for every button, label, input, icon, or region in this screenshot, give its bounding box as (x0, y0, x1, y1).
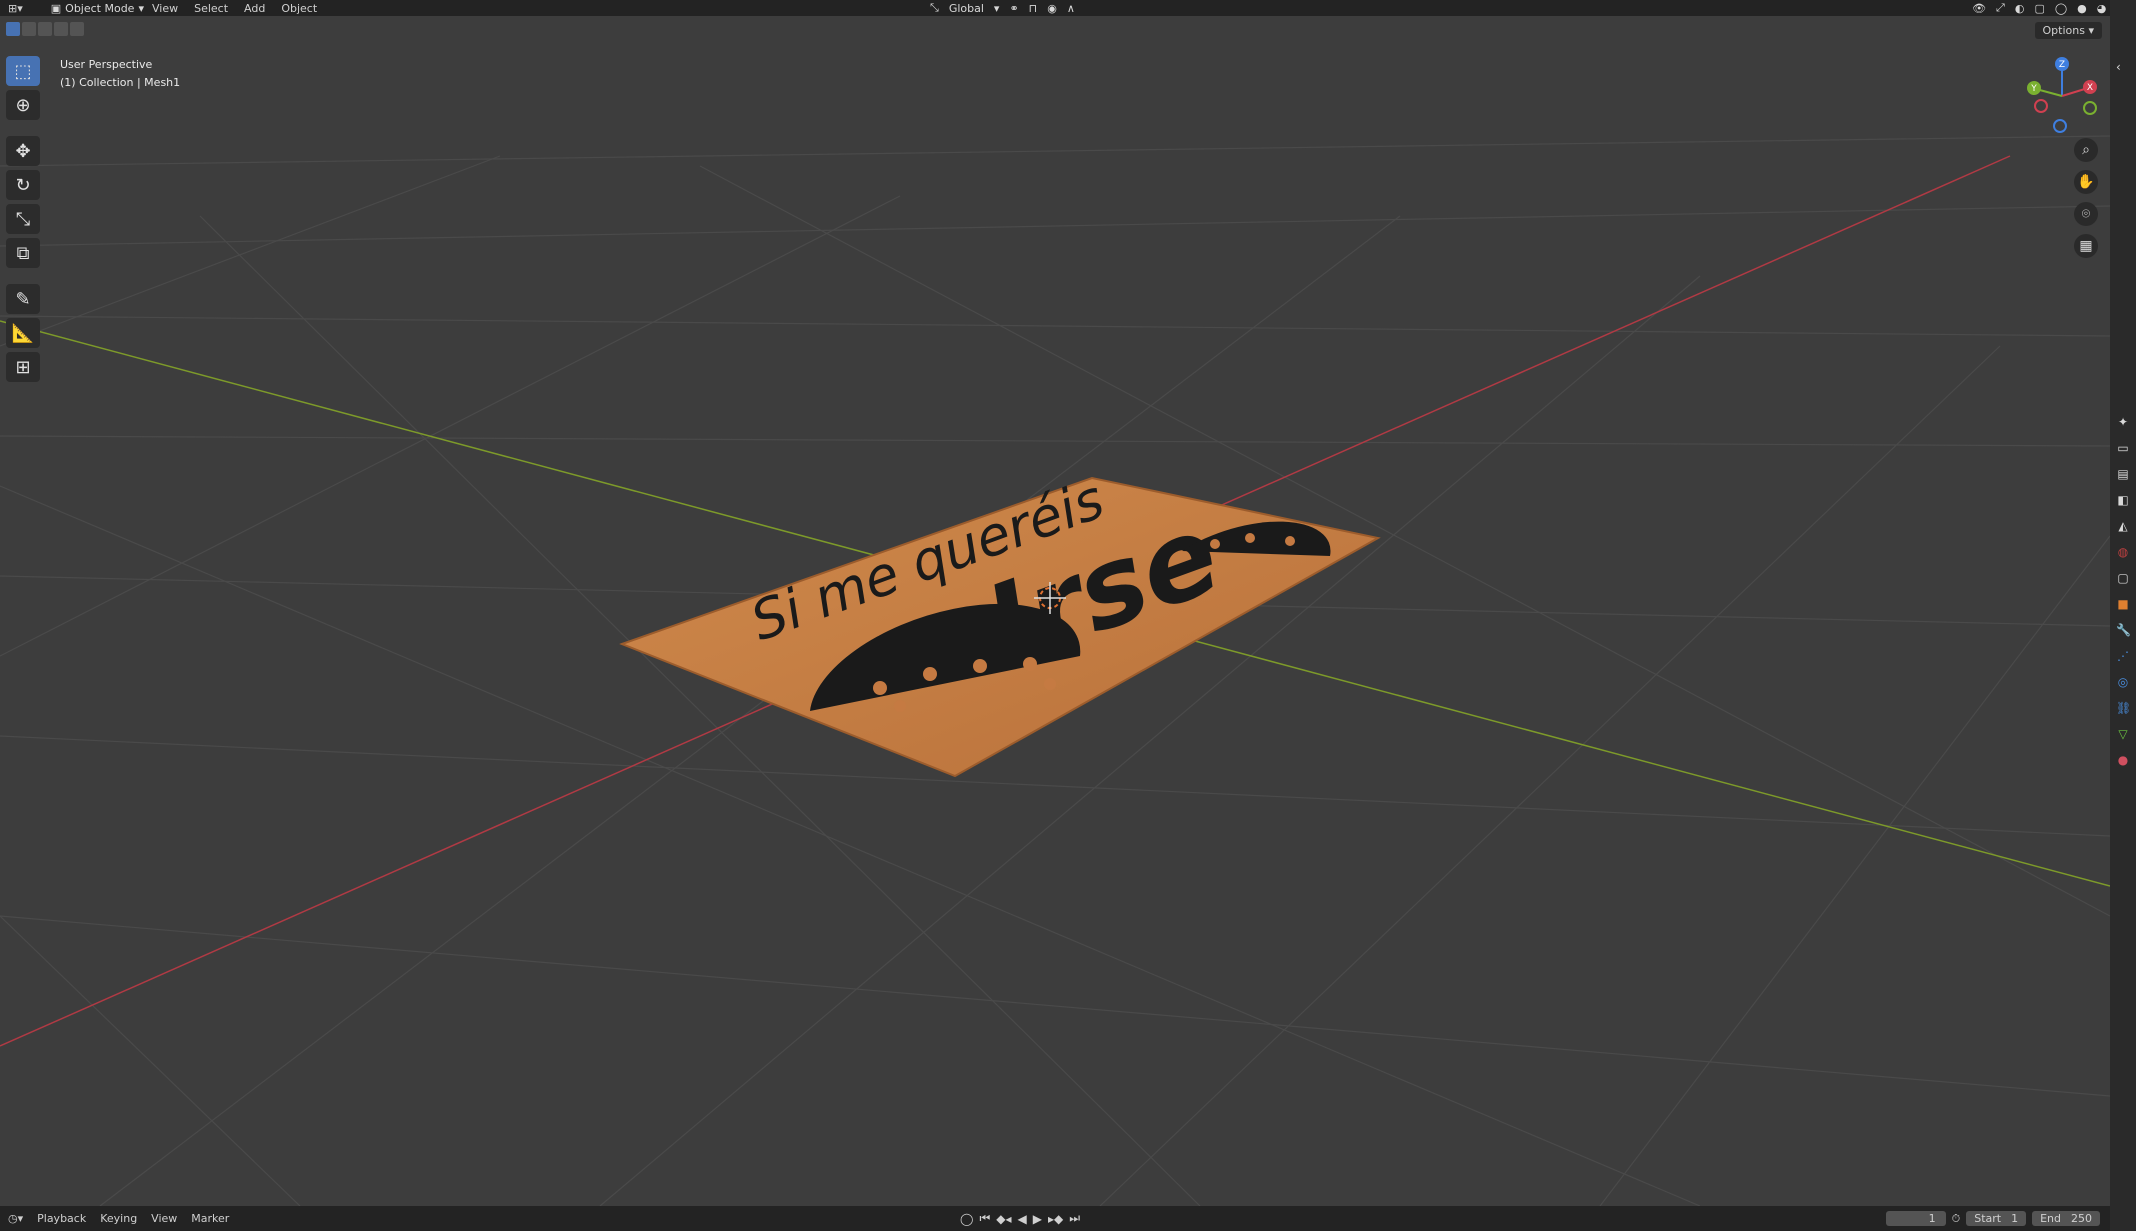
view-layer-icon[interactable]: ◧ (2116, 493, 2130, 507)
transform-icon[interactable]: ⧉ (6, 238, 40, 268)
perspective-label: User Perspective (60, 58, 153, 71)
playback-controls: ◯ ⏮ ◆◂ ◀ ▶ ▸◆ ⏭ (960, 1211, 1080, 1226)
end-label: End (2040, 1212, 2061, 1225)
annotate-icon[interactable]: ✎ (6, 284, 40, 314)
add-cube-icon[interactable]: ⊞ (6, 352, 40, 382)
material-shading-icon[interactable]: ◕ (2097, 2, 2107, 15)
rotate-icon[interactable]: ↻ (6, 170, 40, 200)
mesh-doormat[interactable]: Si me queréis Irse (619, 468, 1381, 778)
prev-keyframe-icon[interactable]: ◆◂ (996, 1212, 1011, 1226)
properties-tabs: ✦ ▭ ▤ ◧ ◭ ◍ ▢ ■ 🔧 ⋰ ◎ ⛓ ▽ ● (2110, 415, 2136, 767)
pivot-icon[interactable]: ⚭ (1009, 2, 1018, 15)
cube-icon: ▣ (50, 1, 62, 15)
transform-controls: ⤡ Global ▾ ⚭ ⊓ ◉ ∧ (930, 0, 1075, 16)
select-box-icon[interactable]: ⬚ (6, 56, 40, 86)
start-label: Start (1974, 1212, 2002, 1225)
zoom-icon[interactable]: ⌕ (2074, 138, 2098, 162)
start-frame-field[interactable]: Start 1 (1966, 1211, 2027, 1226)
constraints-properties-icon[interactable]: ⛓ (2116, 701, 2131, 715)
menu-view[interactable]: View (144, 2, 186, 15)
pan-hand-icon[interactable]: ✋ (2074, 170, 2098, 194)
record-icon[interactable]: ◯ (960, 1212, 973, 1226)
mode-label: Object Mode (65, 1, 135, 15)
mode-selector[interactable]: ▣ Object Mode ▾ (51, 2, 144, 15)
measure-icon[interactable]: 📐 (6, 318, 40, 348)
viewport-shading-controls: 👁 ⤢ ◐ ▢ ◯ ● ◕ ◔ (1972, 0, 2126, 16)
particles-properties-icon[interactable]: ⋰ (2116, 649, 2130, 663)
orientation-dropdown[interactable]: Global (949, 2, 984, 15)
end-frame-field[interactable]: End 250 (2032, 1211, 2100, 1226)
data-properties-icon[interactable]: ▽ (2116, 727, 2130, 741)
menu-object[interactable]: Object (273, 2, 325, 15)
camera-view-icon[interactable]: ⌾ (2074, 202, 2098, 226)
marker-menu[interactable]: Marker (191, 1212, 229, 1225)
stopwatch-icon[interactable]: ⏱ (1952, 1212, 1961, 1226)
tool-shelf: ⬚ ⊕ ✥ ↻ ⤡ ⧉ ✎ 📐 ⊞ (6, 56, 42, 382)
editor-type-icon[interactable]: ⊞▾ (0, 2, 31, 15)
collection-label: (1) Collection | Mesh1 (60, 76, 181, 89)
timeline-bar: ◷▾ Playback Keying View Marker ◯ ⏮ ◆◂ ◀ … (0, 1206, 2110, 1231)
proportional-edit-icon[interactable]: ◉ (1047, 2, 1057, 15)
visibility-icon[interactable]: 👁 (1972, 2, 1986, 15)
material-properties-icon[interactable]: ● (2116, 753, 2130, 767)
z-axis-label: Z (2059, 60, 2065, 70)
xray-icon[interactable]: ▢ (2034, 2, 2044, 15)
scale-icon[interactable]: ⤡ (6, 204, 40, 234)
view-menu[interactable]: View (151, 1212, 177, 1225)
properties-strip: ‹ ✦ ▭ ▤ ◧ ◭ ◍ ▢ ■ 🔧 ⋰ ◎ ⛓ ▽ ● (2110, 0, 2136, 1231)
neg-z-axis-icon[interactable] (2053, 119, 2067, 133)
playback-menu[interactable]: Playback (37, 1212, 86, 1225)
frame-range: 1 ⏱ Start 1 End 250 (1885, 1211, 2100, 1226)
scene-properties-icon[interactable]: ◭ (2116, 519, 2130, 533)
output-properties-icon[interactable]: ▤ (2116, 467, 2130, 481)
play-icon[interactable]: ▶ (1033, 1212, 1042, 1226)
current-frame-field[interactable]: 1 (1885, 1211, 1946, 1226)
modifier-properties-icon[interactable]: 🔧 (2116, 623, 2131, 637)
collection-properties-icon[interactable]: ▢ (2116, 571, 2130, 585)
solid-shading-icon[interactable]: ● (2077, 2, 2087, 15)
object-properties-icon[interactable]: ■ (2116, 597, 2130, 611)
menu-add[interactable]: Add (236, 2, 273, 15)
y-axis-label: Y (2030, 84, 2037, 94)
snap-icon[interactable]: ⊓ (1029, 2, 1038, 15)
tool-properties-icon[interactable]: ✦ (2116, 415, 2130, 429)
jump-start-icon[interactable]: ⏮ (979, 1211, 990, 1226)
wireframe-shading-icon[interactable]: ◯ (2055, 2, 2067, 15)
cursor-icon[interactable]: ⊕ (6, 90, 40, 120)
collapse-arrow-icon[interactable]: ‹ (2116, 60, 2121, 74)
menu-select[interactable]: Select (186, 2, 236, 15)
navigation-gizmo[interactable]: Z X Y (2024, 56, 2100, 136)
perspective-grid-icon[interactable]: ▦ (2074, 234, 2098, 258)
editor-type-icon[interactable]: ◷▾ (8, 1212, 23, 1225)
neg-x-axis-icon[interactable] (2034, 99, 2048, 113)
end-value: 250 (2071, 1212, 2092, 1225)
x-axis-label: X (2087, 83, 2093, 93)
gizmo-toggle-icon[interactable]: ⤢ (1996, 1, 2005, 15)
neg-y-axis-icon[interactable] (2083, 101, 2097, 115)
falloff-icon[interactable]: ∧ (1067, 2, 1075, 15)
physics-properties-icon[interactable]: ◎ (2116, 675, 2130, 689)
chevron-down-icon: ▾ (993, 1, 1000, 15)
render-properties-icon[interactable]: ▭ (2116, 441, 2130, 455)
next-keyframe-icon[interactable]: ▸◆ (1048, 1212, 1063, 1226)
navigation-buttons: ⌕ ✋ ⌾ ▦ (2074, 138, 2098, 258)
overlay-toggle-icon[interactable]: ◐ (2015, 2, 2025, 15)
play-reverse-icon[interactable]: ◀ (1018, 1212, 1027, 1226)
header-bar: ⊞▾ ▣ Object Mode ▾ View Select Add Objec… (0, 0, 2136, 16)
orientation-icon: ⤡ (930, 1, 939, 14)
move-icon[interactable]: ✥ (6, 136, 40, 166)
jump-end-icon[interactable]: ⏭ (1069, 1211, 1080, 1226)
viewport-info: User Perspective (1) Collection | Mesh1 (60, 56, 180, 92)
start-value: 1 (2011, 1212, 2019, 1225)
viewport-3d[interactable]: Si me queréis Irse (0, 16, 2110, 1206)
keying-menu[interactable]: Keying (100, 1212, 137, 1225)
world-properties-icon[interactable]: ◍ (2116, 545, 2130, 559)
